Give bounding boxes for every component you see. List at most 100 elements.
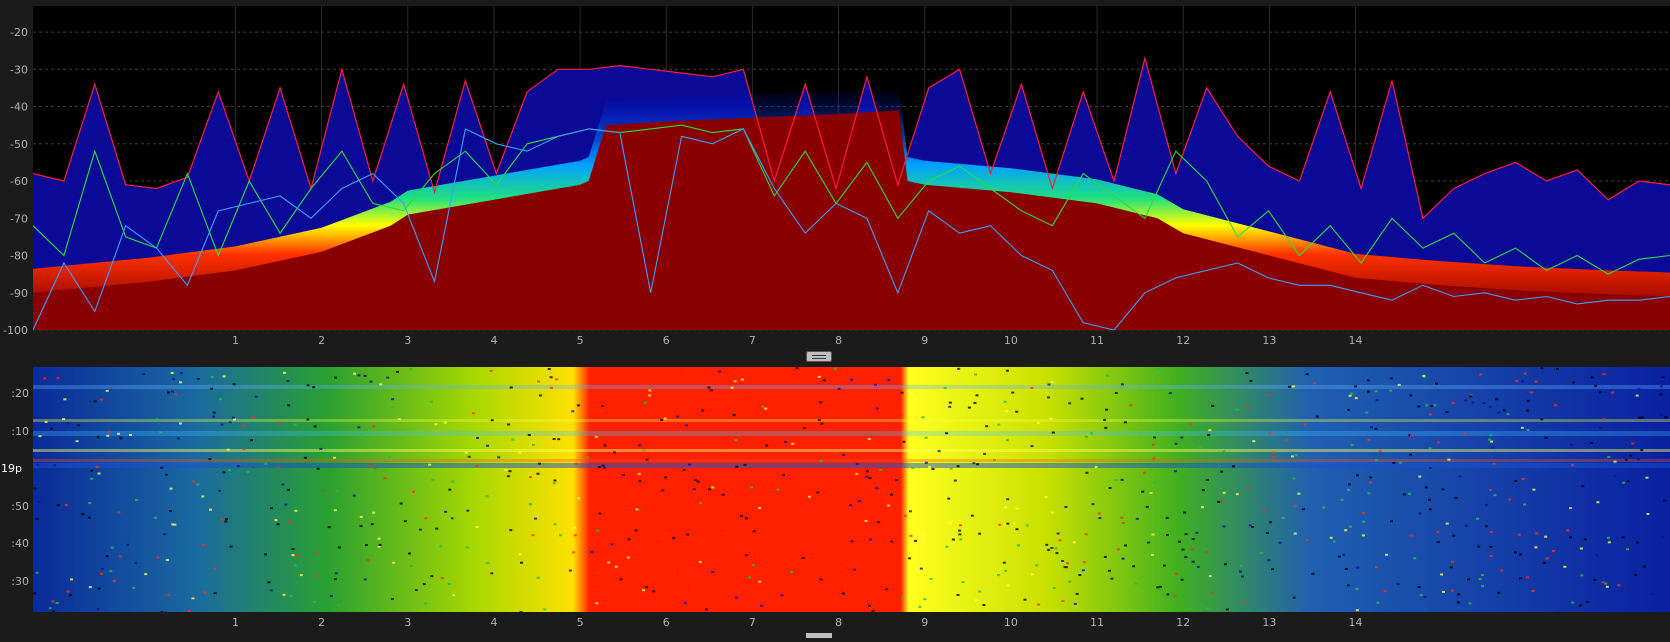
waterfall-speck — [887, 379, 891, 381]
waterfall-speck — [179, 381, 182, 384]
waterfall-speck — [388, 455, 391, 458]
waterfall-speck — [1611, 391, 1615, 394]
waterfall-speck — [229, 545, 233, 548]
waterfall-speck — [443, 421, 447, 424]
waterfall-speck — [1224, 563, 1227, 566]
waterfall-speck — [1098, 517, 1102, 519]
waterfall-speck — [652, 590, 656, 593]
waterfall-speck — [1108, 569, 1111, 572]
waterfall-speck — [224, 520, 228, 523]
waterfall-speck — [1481, 585, 1484, 588]
waterfall-speck — [506, 475, 510, 478]
waterfall-speck — [595, 602, 599, 605]
waterfall-speck — [486, 444, 489, 447]
waterfall-speck — [1006, 584, 1010, 587]
waterfall-speck — [160, 466, 164, 469]
waterfall-speck — [1607, 541, 1611, 544]
waterfall-speck — [1430, 405, 1434, 407]
waterfall-speck — [1134, 582, 1138, 585]
waterfall-x-tick-label: 4 — [490, 616, 497, 629]
waterfall-speck — [1367, 390, 1370, 393]
waterfall-speck — [178, 422, 182, 425]
waterfall-speck — [1152, 481, 1156, 484]
waterfall-speck — [599, 410, 603, 413]
waterfall-speck — [739, 514, 743, 517]
waterfall-speck — [1602, 418, 1606, 421]
waterfall-speck — [721, 493, 725, 496]
waterfall-speck — [1305, 539, 1309, 542]
waterfall-speck — [1428, 413, 1432, 416]
waterfall-speck — [1012, 522, 1016, 525]
waterfall-speck — [1374, 427, 1378, 430]
waterfall-speck — [1545, 557, 1549, 560]
waterfall-speck — [1329, 536, 1333, 539]
waterfall-speck — [1417, 405, 1421, 408]
waterfall-speck — [1151, 533, 1155, 536]
waterfall-speck — [718, 370, 722, 373]
waterfall-speck — [1661, 376, 1665, 379]
waterfall-speck — [372, 425, 375, 428]
y-tick-label: -50 — [10, 138, 28, 151]
waterfall-speck — [638, 444, 641, 447]
waterfall-speck — [1489, 545, 1493, 548]
waterfall-speck — [1601, 581, 1605, 584]
waterfall-y-tick-label: :50 — [11, 500, 29, 513]
waterfall-speck — [201, 495, 205, 498]
waterfall-speck — [1569, 536, 1572, 539]
waterfall-speck — [1413, 557, 1417, 560]
waterfall-speck — [218, 398, 222, 401]
waterfall-speck — [573, 526, 577, 529]
waterfall-speck — [1542, 561, 1546, 564]
waterfall-speck — [665, 533, 669, 536]
waterfall-speck — [1262, 510, 1266, 513]
waterfall-speck — [1207, 433, 1211, 436]
waterfall-speck — [1005, 410, 1009, 413]
waterfall-speck — [166, 594, 170, 597]
waterfall-speck — [1246, 486, 1250, 489]
waterfall-speck — [1500, 569, 1504, 572]
waterfall-speck — [911, 467, 915, 470]
waterfall-speck — [1084, 533, 1088, 536]
waterfall-speck — [179, 371, 183, 374]
waterfall-speck — [1080, 397, 1084, 400]
waterfall-speck — [1304, 423, 1307, 426]
waterfall-speck — [750, 486, 754, 489]
waterfall-speck — [486, 562, 490, 565]
waterfall-speck — [1526, 429, 1530, 431]
waterfall-speck — [1449, 566, 1453, 569]
waterfall-speck — [1599, 427, 1602, 429]
waterfall-speck — [711, 570, 715, 573]
waterfall-speck — [1047, 383, 1051, 386]
bottom-splitter-handle[interactable] — [806, 633, 832, 638]
waterfall-speck — [536, 576, 540, 579]
waterfall-speck — [233, 418, 236, 421]
waterfall-speck — [1313, 382, 1316, 385]
waterfall-speck — [596, 529, 600, 532]
waterfall-speck — [1347, 408, 1350, 411]
waterfall-speck — [549, 376, 553, 379]
x-tick-label: 2 — [318, 334, 325, 347]
waterfall-speck — [1428, 447, 1432, 450]
waterfall-speck — [117, 432, 120, 435]
waterfall-speck — [529, 476, 532, 479]
waterfall-speck — [466, 509, 470, 512]
waterfall-speck — [744, 517, 748, 520]
waterfall-speck — [921, 534, 925, 537]
waterfall-speck — [784, 440, 788, 443]
waterfall-speck — [764, 407, 768, 410]
waterfall-speck — [1322, 506, 1326, 509]
splitter-handle[interactable] — [806, 351, 832, 362]
waterfall-speck — [1497, 591, 1501, 594]
waterfall-speck — [1173, 594, 1177, 597]
waterfall-speck — [1201, 489, 1205, 492]
waterfall-speck — [88, 586, 92, 589]
waterfall-speck — [359, 525, 363, 528]
waterfall-speck — [225, 518, 228, 521]
waterfall-speck — [978, 532, 982, 535]
waterfall-speck — [429, 400, 433, 403]
waterfall-speck — [758, 580, 762, 583]
waterfall-speck — [109, 570, 113, 573]
waterfall-speck — [1650, 592, 1654, 595]
waterfall-speck — [543, 608, 547, 611]
waterfall-speck — [1436, 441, 1440, 444]
